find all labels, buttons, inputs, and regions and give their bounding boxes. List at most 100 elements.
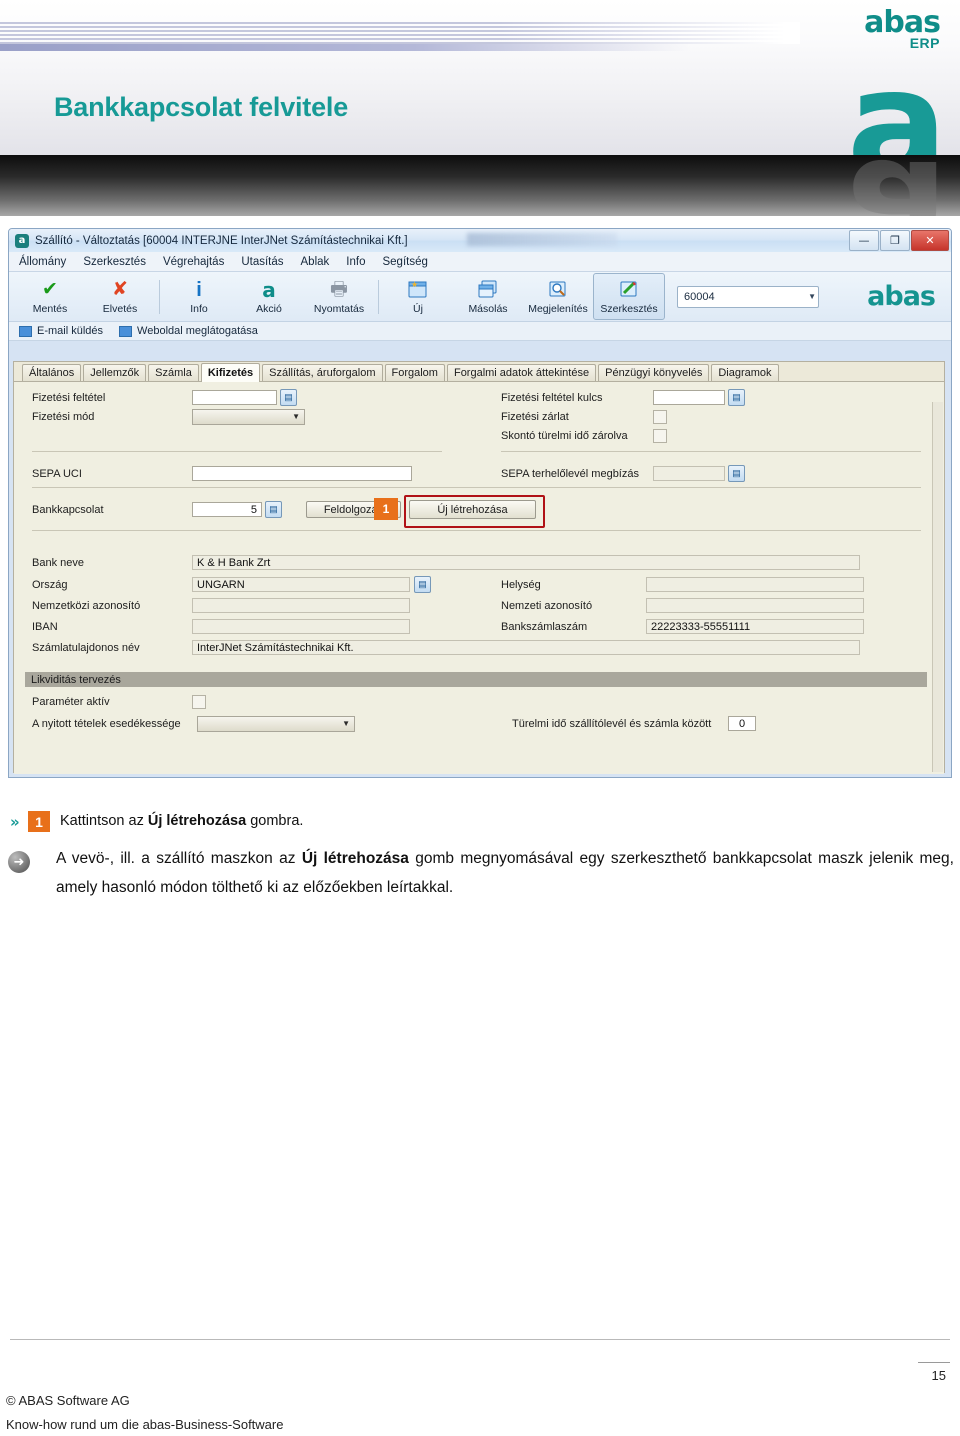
- banner-dark-strip: [0, 155, 960, 216]
- orszag-input[interactable]: UNGARN: [192, 577, 410, 592]
- menu-item-vegrehajtas[interactable]: Végrehajtás: [163, 256, 224, 268]
- field-row-bank-neve: Bank neve K & H Bank Zrt: [32, 554, 860, 571]
- toolbar-button-akcio[interactable]: a Akció: [234, 274, 304, 319]
- close-icon[interactable]: ✕: [911, 230, 949, 251]
- tab-penzugyi-konyveles[interactable]: Pénzügyi könyvelés: [598, 364, 710, 381]
- toolbar-button-uj[interactable]: ★ Új: [383, 274, 453, 319]
- toolbar-button-szerkesztes[interactable]: Szerkesztés: [593, 273, 665, 320]
- field-row-sepa-terhelolevel: SEPA terhelőlevél megbízás ▤: [501, 465, 745, 482]
- toolbar-button-elvetes[interactable]: ✘ Elvetés: [85, 274, 155, 319]
- menu-bar: Állomány Szerkesztés Végrehajtás Utasítá…: [9, 252, 951, 272]
- fizetesi-feltetel-picker-icon[interactable]: ▤: [280, 389, 297, 406]
- nemzeti-azonosito-label: Nemzeti azonosító: [501, 599, 593, 612]
- toolbar-button-megjelenites[interactable]: Megjelenítés: [523, 274, 593, 319]
- turelmi-ido-input[interactable]: 0: [728, 716, 756, 731]
- minimize-icon[interactable]: —: [849, 230, 879, 251]
- instruction-paragraph: ➜ A vevö-, ill. a szállító maszkon az Új…: [0, 845, 960, 902]
- bankszamlaszam-input[interactable]: 22223333-55551111: [646, 619, 864, 634]
- orszag-picker-icon[interactable]: ▤: [414, 576, 431, 593]
- skonto-label: Skontó türelmi idő zárolva: [501, 429, 628, 442]
- toolbar-label: Akció: [256, 302, 282, 315]
- nemzeti-azonosito-input[interactable]: [646, 598, 864, 613]
- check-icon: ✔: [42, 279, 58, 300]
- bankszamlaszam-label: Bankszámlaszám: [501, 620, 588, 633]
- nyitott-tetelek-dropdown[interactable]: ▼: [197, 715, 355, 732]
- sepa-terhelolevel-input[interactable]: [653, 466, 725, 481]
- printer-icon: 🖶: [330, 279, 348, 300]
- app-icon: a: [15, 233, 29, 248]
- titlebar-blurred-text: [467, 233, 617, 246]
- iban-input[interactable]: [192, 619, 410, 634]
- menu-item-ablak[interactable]: Ablak: [301, 256, 330, 268]
- window-title: Szállító - Változtatás [60004 INTERJNE I…: [35, 234, 408, 247]
- nemzetkozi-azonosito-input[interactable]: [192, 598, 410, 613]
- quick-link-bar: E-mail küldés Weboldal meglátogatása: [9, 322, 951, 341]
- link-weboldal-meglatogatasa[interactable]: Weboldal meglátogatása: [119, 325, 258, 337]
- menu-item-szerkesztes[interactable]: Szerkesztés: [83, 256, 146, 268]
- link-email-kuldes[interactable]: E-mail küldés: [19, 325, 103, 337]
- fizetesi-zarlat-label: Fizetési zárlat: [501, 410, 569, 423]
- bankkapcsolat-input[interactable]: 5: [192, 502, 262, 517]
- sepa-uci-label: SEPA UCI: [32, 467, 82, 480]
- sepa-uci-input[interactable]: [192, 466, 412, 481]
- callout-badge-1: 1: [374, 498, 398, 520]
- toolbar-label: Másolás: [468, 302, 508, 315]
- field-row-nyitott-tetelek: A nyitott tételek esedékessége ▼: [32, 715, 355, 732]
- menu-item-allomany[interactable]: Állomány: [19, 256, 66, 268]
- tab-altalanos[interactable]: Általános: [22, 364, 82, 381]
- menu-item-segitseg[interactable]: Segítség: [382, 256, 427, 268]
- szamlatulajdonos-input[interactable]: InterJNet Számítástechnikai Kft.: [192, 640, 860, 655]
- bank-neve-input[interactable]: K & H Bank Zrt: [192, 555, 860, 570]
- link-label: E-mail küldés: [37, 325, 104, 337]
- step-text-post: gombra.: [246, 813, 304, 829]
- abas-erp-window: a Szállító - Változtatás [60004 INTERJNE…: [8, 228, 952, 778]
- parameter-aktiv-checkbox[interactable]: [192, 694, 206, 709]
- toolbar: ✔ Mentés ✘ Elvetés i Info a Akció 🖶 Nyom…: [9, 272, 951, 322]
- info-icon: i: [196, 278, 202, 301]
- tab-diagramok[interactable]: Diagramok: [711, 364, 779, 381]
- step-number-badge: 1: [28, 811, 50, 832]
- tab-jellemzok[interactable]: Jellemzők: [83, 364, 147, 381]
- fizetesi-mod-dropdown[interactable]: ▼: [192, 408, 305, 425]
- toolbar-button-nyomtatas[interactable]: 🖶 Nyomtatás: [304, 274, 374, 319]
- skonto-checkbox[interactable]: [653, 428, 667, 443]
- footer-copyright: © ABAS Software AG: [6, 1393, 130, 1408]
- tab-szallitas-aruforgalom[interactable]: Szállítás, áruforgalom: [262, 364, 383, 381]
- toolbar-button-mentes[interactable]: ✔ Mentés: [15, 274, 85, 319]
- bank-neve-label: Bank neve: [32, 556, 84, 569]
- field-row-nemzeti-azonosito: Nemzeti azonosító: [501, 597, 864, 614]
- szamlatulajdonos-label: Számlatulajdonos név: [32, 641, 140, 654]
- fizetesi-zarlat-checkbox[interactable]: [653, 409, 667, 424]
- tab-forgalmi-adatok-attekintese[interactable]: Forgalmi adatok áttekintése: [446, 364, 597, 381]
- fizetesi-feltetel-input[interactable]: [192, 390, 277, 405]
- pencil-edit-icon: [619, 279, 639, 301]
- fizetesi-feltetel-kulcs-picker-icon[interactable]: ▤: [728, 389, 745, 406]
- toolbar-button-info[interactable]: i Info: [164, 274, 234, 319]
- step-text-pre: Kattintson az: [60, 813, 148, 829]
- helyseg-label: Helység: [501, 578, 541, 591]
- record-number-combo[interactable]: 60004 ▼: [677, 285, 819, 308]
- chevron-down-icon: ▼: [808, 292, 816, 301]
- field-row-orszag: Ország UNGARN ▤: [32, 576, 431, 593]
- divider-1-left: [32, 451, 442, 452]
- bankkapcsolat-picker-icon[interactable]: ▤: [265, 501, 282, 518]
- form-panel: Általános Jellemzők Számla Kifizetés Szá…: [13, 361, 945, 774]
- form-vertical-scrollbar[interactable]: [932, 402, 943, 772]
- sepa-terhelolevel-picker-icon[interactable]: ▤: [728, 465, 745, 482]
- field-row-nemzetkozi-azonosito: Nemzetközi azonosító: [32, 597, 410, 614]
- menu-item-info[interactable]: Info: [346, 256, 365, 268]
- tab-szamla[interactable]: Számla: [148, 364, 199, 381]
- field-row-fizetesi-zarlat: Fizetési zárlat: [501, 408, 667, 425]
- maximize-icon[interactable]: ❐: [880, 230, 910, 251]
- tab-forgalom[interactable]: Forgalom: [384, 364, 445, 381]
- field-row-szamlatulajdonos: Számlatulajdonos név InterJNet Számítást…: [32, 639, 860, 656]
- tab-kifizetes[interactable]: Kifizetés: [200, 363, 261, 382]
- helyseg-input[interactable]: [646, 577, 864, 592]
- abas-a-mark-reflection-icon: a: [846, 126, 948, 216]
- menu-item-utasitas[interactable]: Utasítás: [241, 256, 283, 268]
- toolbar-label: Mentés: [32, 302, 68, 315]
- nyitott-tetelek-label: A nyitott tételek esedékessége: [32, 717, 181, 730]
- toolbar-label: Megjelenítés: [528, 302, 588, 315]
- toolbar-button-masolas[interactable]: Másolás: [453, 274, 523, 319]
- fizetesi-feltetel-kulcs-input[interactable]: [653, 390, 725, 405]
